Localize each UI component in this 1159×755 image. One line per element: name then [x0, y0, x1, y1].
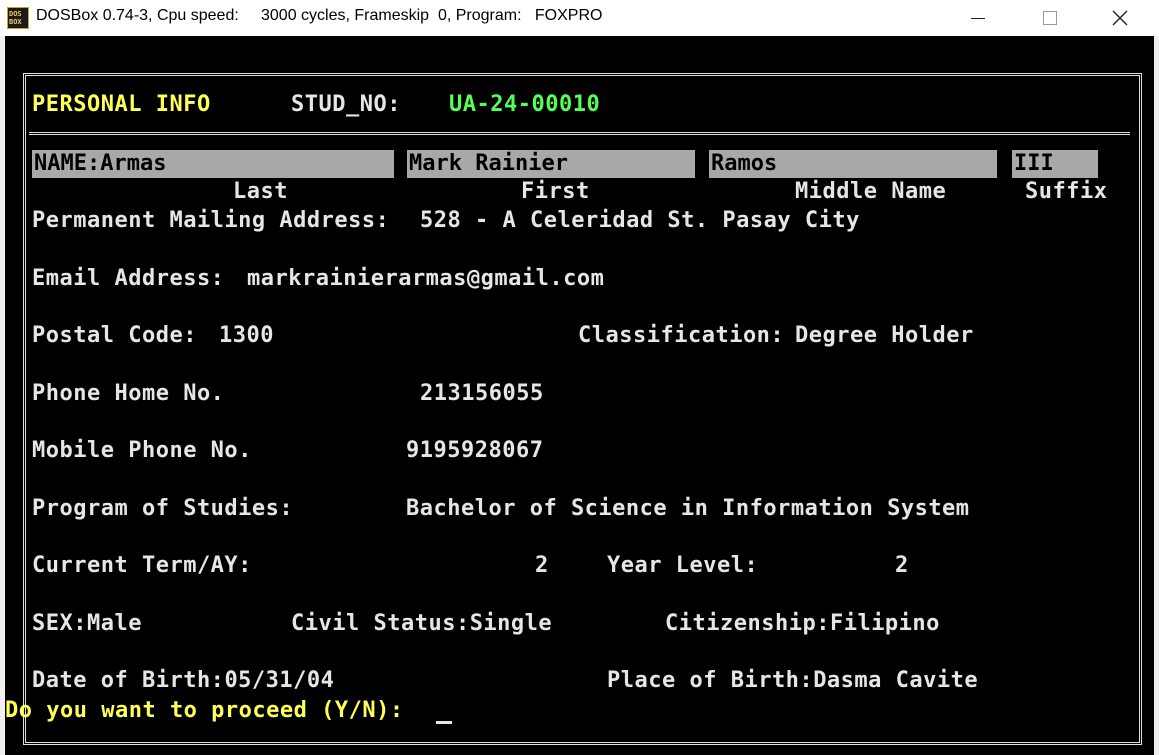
suffix-field[interactable]: III [1012, 150, 1098, 178]
civil-status-value: Single [469, 611, 553, 636]
text-cursor[interactable] [436, 721, 452, 724]
last-name-value: Armas [100, 151, 167, 176]
birth-date-value: 05/31/04 [224, 668, 335, 693]
citizenship-field[interactable]: Citizenship:Filipino [665, 611, 940, 637]
classification-label: Classification: [578, 323, 785, 348]
email-label: Email Address: [32, 266, 225, 291]
maximize-button[interactable] [1027, 0, 1073, 36]
dosbox-app-icon[interactable]: DOS BOX [7, 7, 29, 29]
window-titlebar[interactable]: DOS BOX DOSBox 0.74-3, Cpu speed: 3000 cy… [0, 0, 1159, 36]
birth-place-value: Dasma Cavite [813, 668, 979, 693]
caption-middle: Middle Name [795, 179, 947, 204]
header-separator [29, 132, 1130, 135]
last-name-field[interactable]: NAME:Armas [32, 150, 394, 178]
name-label: NAME: [34, 151, 101, 176]
postal-value[interactable]: 1300 [219, 323, 274, 349]
caption-suffix: Suffix [1025, 179, 1108, 204]
phone-home-label: Phone Home No. [32, 381, 225, 406]
minimize-icon [971, 17, 985, 19]
mobile-label: Mobile Phone No. [32, 438, 252, 463]
year-level-label: Year Level: [607, 553, 759, 578]
program-value[interactable]: Bachelor of Science in Information Syste… [406, 496, 970, 522]
program-label: Program of Studies: [32, 496, 294, 521]
mobile-value[interactable]: 9195928067 [406, 438, 543, 464]
phone-home-value[interactable]: 213156055 [420, 381, 544, 407]
sex-value: Male [86, 611, 142, 636]
email-value[interactable]: markrainierarmas@gmail.com [247, 266, 604, 292]
stud-no-value: UA-24-00010 [449, 92, 601, 117]
term-label: Current Term/AY: [32, 553, 252, 578]
dos-screen[interactable]: PERSONAL INFO STUD_NO: UA-24-00010 NAME:… [5, 36, 1154, 755]
sex-field[interactable]: SEX:Male [32, 611, 142, 637]
window-title: DOSBox 0.74-3, Cpu speed: 3000 cycles, F… [36, 7, 603, 24]
section-title: PERSONAL INFO [32, 92, 211, 117]
proceed-prompt: Do you want to proceed (Y/N): [5, 698, 404, 723]
sex-label: SEX: [32, 611, 87, 636]
year-level-value[interactable]: 2 [895, 553, 909, 579]
middle-name-field[interactable]: Ramos [709, 150, 997, 178]
close-icon [1112, 10, 1128, 26]
classification-value[interactable]: Degree Holder [795, 323, 974, 349]
term-value[interactable]: 2 [535, 553, 549, 579]
app-icon-text: DOS BOX [9, 10, 22, 26]
birth-date-label: Date of Birth: [32, 668, 225, 693]
birth-date-field[interactable]: Date of Birth:05/31/04 [32, 668, 334, 694]
caption-last: Last [233, 179, 288, 204]
address-value[interactable]: 528 - A Celeridad St. Pasay City [420, 208, 860, 234]
birth-place-label: Place of Birth: [607, 668, 814, 693]
birth-place-field[interactable]: Place of Birth:Dasma Cavite [607, 668, 978, 694]
citizenship-value: Filipino [829, 611, 940, 636]
stud-no-label: STUD_NO: [291, 92, 401, 117]
address-label: Permanent Mailing Address: [32, 208, 390, 233]
civil-status-field[interactable]: Civil Status:Single [291, 611, 552, 637]
civil-status-label: Civil Status: [291, 611, 470, 636]
close-button[interactable] [1097, 0, 1143, 36]
maximize-icon [1043, 11, 1057, 25]
minimize-button[interactable] [955, 0, 1001, 36]
first-name-field[interactable]: Mark Rainier [407, 150, 695, 178]
citizenship-label: Citizenship: [665, 611, 830, 636]
postal-label: Postal Code: [32, 323, 197, 348]
caption-first: First [521, 179, 590, 204]
